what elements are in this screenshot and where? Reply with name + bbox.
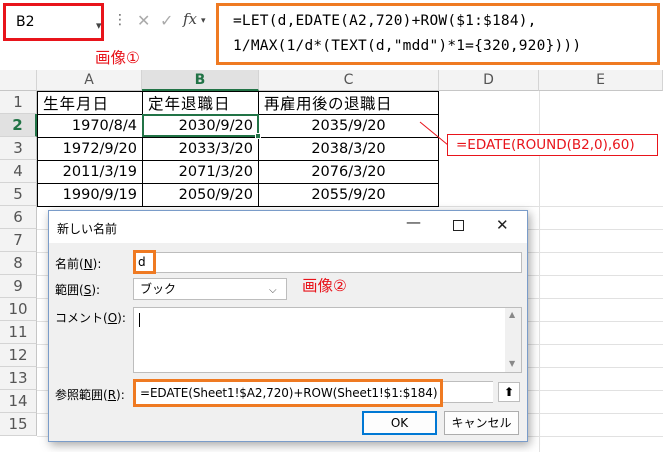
comment-label-end: ): [117,311,126,325]
comment-textarea[interactable]: ▲ ▼ [133,307,522,373]
name-label-text: 名前( [55,257,84,271]
refers-to-input[interactable]: =EDATE(Sheet1!$A2,720)+ROW(Sheet1!$1:$18… [133,379,443,407]
ref-label-text: 参照範囲( [55,388,108,402]
dialog-titlebar[interactable]: 新しい名前 — ✕ [49,211,527,243]
ref-label-end: ): [116,388,125,402]
name-input[interactable]: d [133,252,522,273]
comment-scrollbar[interactable]: ▲ ▼ [505,308,521,372]
ref-label-key: R [107,388,117,402]
refers-to-value: =EDATE(Sheet1!$A2,720)+ROW(Sheet1!$1:$18… [140,386,438,400]
comment-label: コメント(O): [55,309,126,326]
minimize-icon[interactable]: — [406,213,421,231]
scope-value: ブック [140,282,177,296]
close-icon[interactable]: ✕ [496,216,509,234]
new-name-dialog: 新しい名前 — ✕ 名前(N): d 範囲(S): ブック ⌵ コメント(O):… [48,210,528,442]
name-label: 名前(N): [55,255,101,272]
name-label-end: ): [92,257,102,271]
dialog-title: 新しい名前 [57,222,118,236]
scroll-down-icon[interactable]: ▼ [509,359,515,368]
collapse-dialog-button[interactable]: ⬆ [498,382,520,402]
scroll-up-icon[interactable]: ▲ [509,310,515,319]
chevron-down-icon[interactable]: ⌵ [269,281,277,301]
comment-label-key: O [107,311,118,325]
scope-label: 範囲(S): [55,281,100,298]
text-caret [139,313,140,327]
caption-image-2: 画像② [302,277,347,295]
comment-label-text: コメント( [55,311,108,325]
name-label-key: N [83,257,93,271]
refers-to-input-tail[interactable] [443,381,493,403]
scope-label-end: ): [91,283,101,297]
ok-button[interactable]: OK [362,411,437,435]
scope-label-text: 範囲( [55,283,84,297]
annotation-note: =EDATE(ROUND(B2,0),60) [447,134,658,156]
cancel-button[interactable]: キャンセル [444,411,519,435]
name-input-value: d [138,255,146,269]
ref-label: 参照範囲(R): [55,386,125,403]
scope-select[interactable]: ブック ⌵ [133,278,287,300]
maximize-icon[interactable] [453,220,464,231]
